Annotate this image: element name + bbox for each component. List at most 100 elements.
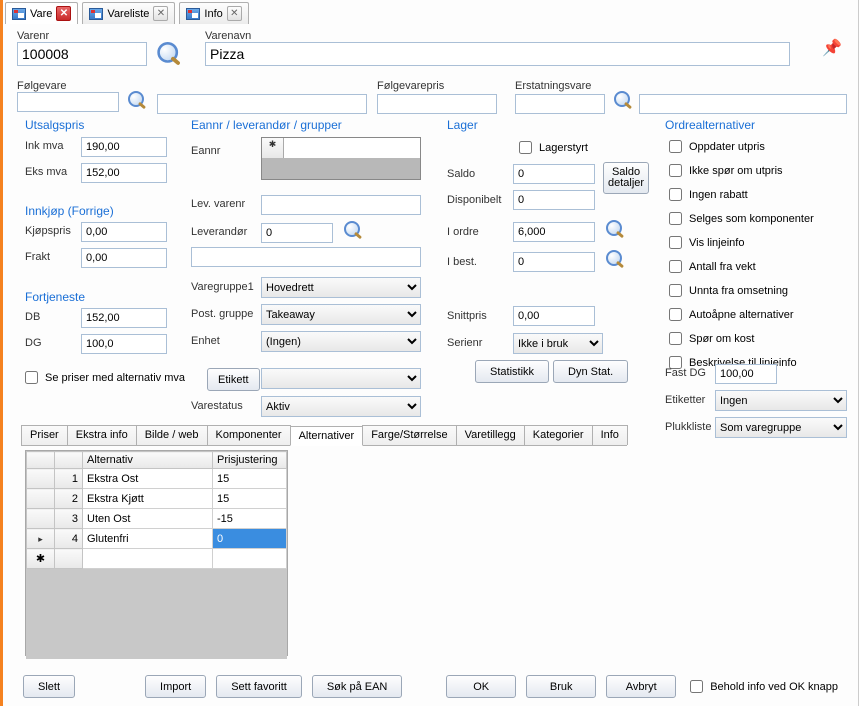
close-icon[interactable]: ✕ — [56, 6, 71, 21]
opt-ingen-rabatt[interactable]: Ingen rabatt — [665, 185, 814, 204]
opt-ikke-spor-utpris[interactable]: Ikke spør om utpris — [665, 161, 814, 180]
ink-mva-label: Ink mva — [25, 140, 64, 152]
etiketter-select[interactable]: Ingen — [715, 390, 847, 411]
close-icon[interactable]: ✕ — [227, 6, 242, 21]
tab-vare[interactable]: Vare ✕ — [5, 2, 78, 24]
table-row[interactable]: 3Uten Ost-15 — [27, 509, 287, 529]
search-icon[interactable] — [611, 90, 635, 112]
plukkliste-select[interactable]: Som varegruppe — [715, 417, 847, 438]
ok-button[interactable]: OK — [446, 675, 516, 698]
folgevare-name-input[interactable] — [157, 94, 367, 114]
subtab-komponenter[interactable]: Komponenter — [207, 425, 291, 445]
table-row[interactable]: 2Ekstra Kjøtt15 — [27, 489, 287, 509]
lagerstyrt-label: Lagerstyrt — [539, 142, 588, 154]
utsalgspris-title: Utsalgspris — [25, 118, 84, 132]
saldo-detaljer-button[interactable]: Saldo detaljer — [603, 162, 649, 194]
opt-spor-om-kost[interactable]: Spør om kost — [665, 329, 814, 348]
pushpin-icon[interactable]: 📌 — [822, 38, 840, 56]
ibest-label: I best. — [447, 256, 477, 268]
eannr-label: Eannr — [191, 145, 220, 157]
window-tabs: Vare ✕ Vareliste ✕ Info ✕ — [3, 0, 858, 24]
col-alternativ[interactable]: Alternativ — [83, 452, 213, 469]
alt-mva-label: Se priser med alternativ mva — [45, 372, 185, 384]
dg-input[interactable] — [81, 334, 167, 354]
opt-unnta-omsetning[interactable]: Unnta fra omsetning — [665, 281, 814, 300]
ibest-input[interactable] — [513, 252, 595, 272]
eks-mva-input[interactable] — [81, 163, 167, 183]
erstatningsvare-name-input[interactable] — [639, 94, 847, 114]
leverandor-name-input[interactable] — [191, 247, 421, 267]
serienr-select[interactable]: Ikke i bruk — [513, 333, 603, 354]
subtab-info[interactable]: Info — [592, 425, 628, 445]
tab-vareliste[interactable]: Vareliste ✕ — [82, 2, 175, 24]
bruk-button[interactable]: Bruk — [526, 675, 596, 698]
import-button[interactable]: Import — [145, 675, 206, 698]
subtab-alternativer[interactable]: Alternativer — [290, 426, 364, 446]
lev-varenr-label: Lev. varenr — [191, 198, 245, 210]
subtab-ekstra-info[interactable]: Ekstra info — [67, 425, 137, 445]
opt-autoapne-alternativer[interactable]: Autoåpne alternativer — [665, 305, 814, 324]
tab-info[interactable]: Info ✕ — [179, 2, 248, 24]
table-row[interactable]: 1Ekstra Ost15 — [27, 469, 287, 489]
alt-mva-check-input[interactable] — [25, 371, 38, 384]
sett-favoritt-button[interactable]: Sett favoritt — [216, 675, 302, 698]
varestatus-label: Varestatus — [191, 400, 243, 412]
alt-mva-checkbox[interactable]: Se priser med alternativ mva — [21, 368, 185, 387]
leverandor-input[interactable] — [261, 223, 333, 243]
subtab-farge-storrelse[interactable]: Farge/Størrelse — [362, 425, 456, 445]
subtab-bilde-web[interactable]: Bilde / web — [136, 425, 208, 445]
disponibelt-label: Disponibelt — [447, 194, 501, 206]
table-row[interactable]: 4Glutenfri0 — [27, 529, 287, 549]
sok-pa-ean-button[interactable]: Søk på EAN — [312, 675, 403, 698]
tab-label: Info — [204, 8, 222, 20]
search-icon[interactable] — [341, 220, 365, 242]
opt-antall-fra-vekt[interactable]: Antall fra vekt — [665, 257, 814, 276]
lev-varenr-input[interactable] — [261, 195, 421, 215]
kjopspris-input[interactable] — [81, 222, 167, 242]
db-input[interactable] — [81, 308, 167, 328]
folgevarepris-input[interactable] — [377, 94, 497, 114]
close-icon[interactable]: ✕ — [153, 6, 168, 21]
ink-mva-input[interactable] — [81, 137, 167, 157]
search-icon[interactable] — [125, 90, 149, 112]
varenavn-input[interactable] — [205, 42, 790, 66]
opt-oppdater-utpris[interactable]: Oppdater utpris — [665, 137, 814, 156]
opt-selges-komponenter[interactable]: Selges som komponenter — [665, 209, 814, 228]
slett-button[interactable]: Slett — [23, 675, 75, 698]
search-icon[interactable] — [153, 41, 184, 70]
post-gruppe-select[interactable]: Takeaway — [261, 304, 421, 325]
erstatningsvare-input[interactable] — [515, 94, 605, 114]
frakt-input[interactable] — [81, 248, 167, 268]
table-new-row[interactable]: ✱ — [27, 549, 287, 569]
erstatningsvare-label: Erstatningsvare — [515, 80, 591, 92]
avbryt-button[interactable]: Avbryt — [606, 675, 676, 698]
statistikk-button[interactable]: Statistikk — [475, 360, 549, 383]
enhet-select[interactable]: (Ingen) — [261, 331, 421, 352]
subtab-varetillegg[interactable]: Varetillegg — [456, 425, 525, 445]
saldo-label: Saldo — [447, 168, 475, 180]
fast-dg-input[interactable] — [715, 364, 777, 384]
col-prisjustering[interactable]: Prisjustering — [213, 452, 287, 469]
iordre-input[interactable] — [513, 222, 595, 242]
folgevare-input[interactable] — [17, 92, 119, 112]
dyn-stat-button[interactable]: Dyn Stat. — [553, 360, 628, 383]
varestatus-select[interactable]: Aktiv — [261, 396, 421, 417]
eannr-grid[interactable] — [261, 137, 421, 180]
opt-vis-linjeinfo[interactable]: Vis linjeinfo — [665, 233, 814, 252]
subtab-kategorier[interactable]: Kategorier — [524, 425, 593, 445]
saldo-input[interactable] — [513, 164, 595, 184]
lagerstyrt-checkbox[interactable]: Lagerstyrt — [515, 138, 588, 157]
search-icon[interactable] — [603, 249, 627, 271]
search-icon[interactable] — [603, 219, 627, 241]
alternativer-table[interactable]: Alternativ Prisjustering 1Ekstra Ost152E… — [25, 450, 288, 656]
subtab-priser[interactable]: Priser — [21, 425, 68, 445]
form-icon — [186, 8, 200, 20]
ordrealt-options: Oppdater utpris Ikke spør om utpris Inge… — [665, 137, 814, 372]
etikett-select[interactable] — [261, 368, 421, 389]
lagerstyrt-check-input[interactable] — [519, 141, 532, 154]
folgevarepris-label: Følgevarepris — [377, 80, 444, 92]
varenr-input[interactable] — [17, 42, 147, 66]
etikett-button[interactable]: Etikett — [207, 368, 260, 391]
behold-info-checkbox[interactable]: Behold info ved OK knapp — [686, 677, 838, 696]
varegruppe1-select[interactable]: Hovedrett — [261, 277, 421, 298]
